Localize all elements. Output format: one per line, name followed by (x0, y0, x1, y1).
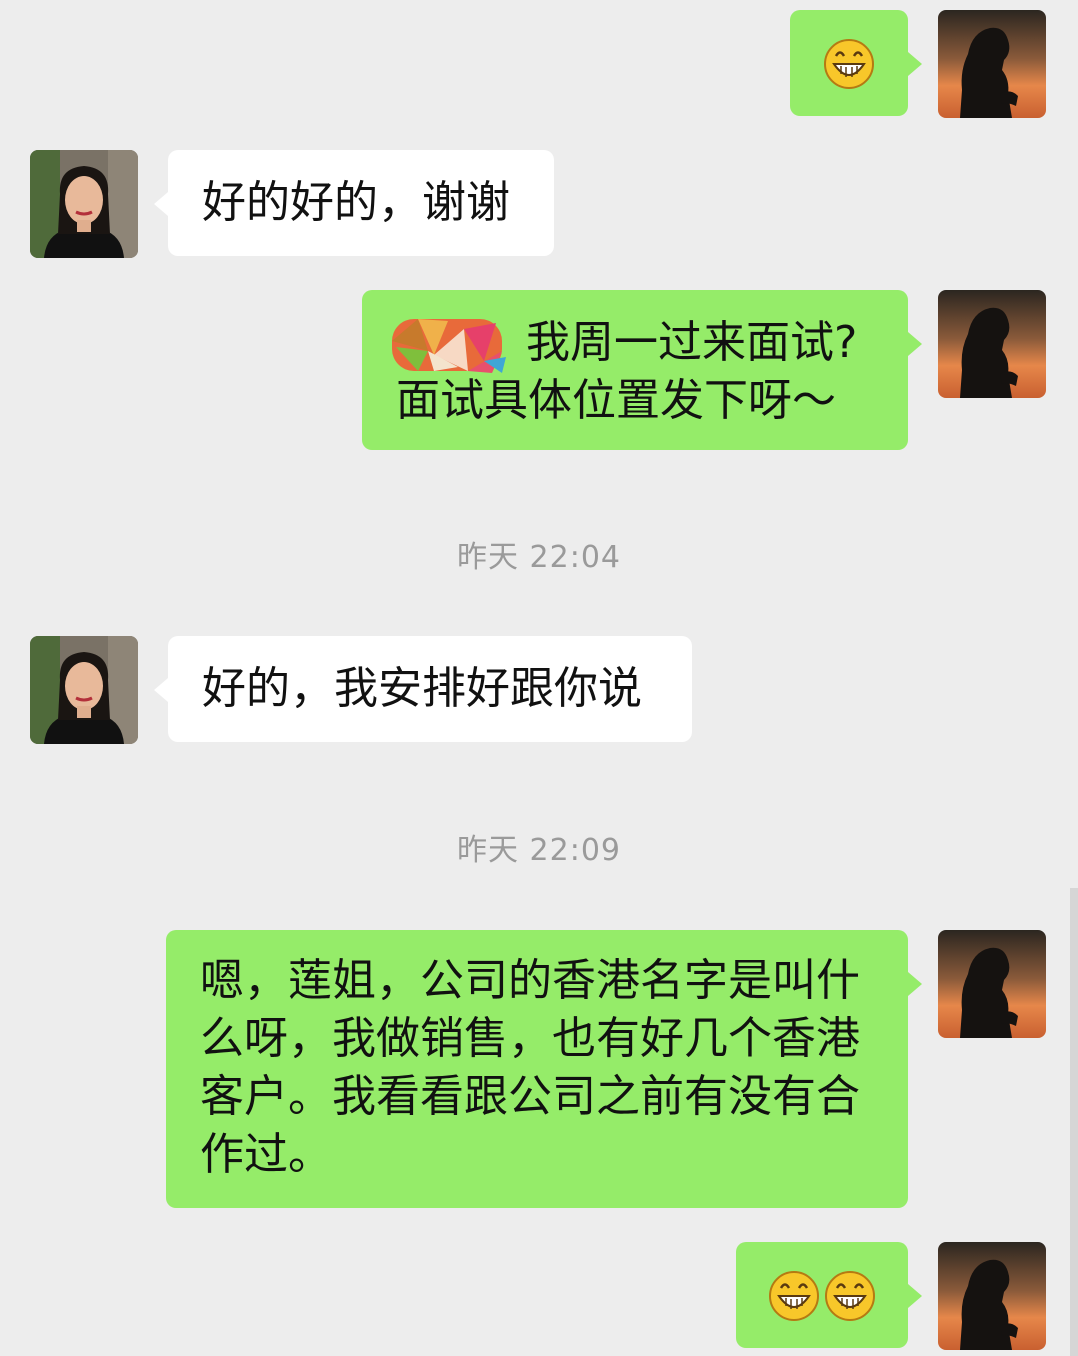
outgoing-bubble[interactable] (736, 1242, 922, 1348)
message-text-line: 么呀，我做销售，也有好几个香港 (200, 1013, 860, 1064)
message-text-line: 嗯，莲姐，公司的香港名字是叫什 (200, 955, 860, 1006)
message-row (0, 10, 1078, 118)
contact-avatar[interactable] (30, 150, 138, 258)
outgoing-bubble[interactable] (790, 10, 922, 116)
message-text: 好的好的，谢谢 (202, 177, 510, 228)
contact-avatar[interactable] (30, 636, 138, 744)
my-avatar[interactable] (938, 290, 1046, 398)
timestamp: 昨天 22:09 (457, 833, 621, 868)
grin-emoji-icon (823, 1268, 877, 1322)
outgoing-bubble[interactable]: 我周一过来面试? 面试具体位置发下呀～ (362, 290, 922, 450)
message-text-line: 面试具体位置发下呀～ (396, 375, 836, 426)
message-text-line: 我周一过来面试? (526, 317, 858, 368)
message-text: 好的，我安排好跟你说 (202, 663, 642, 714)
message-row: 我周一过来面试? 面试具体位置发下呀～ (0, 290, 1078, 452)
incoming-bubble[interactable]: 好的好的，谢谢 (154, 150, 554, 256)
outgoing-bubble[interactable]: 嗯，莲姐，公司的香港名字是叫什 么呀，我做销售，也有好几个香港 客户。我看看跟公… (166, 930, 922, 1208)
incoming-bubble[interactable]: 好的，我安排好跟你说 (154, 636, 692, 742)
timestamp: 昨天 22:04 (457, 540, 621, 575)
grin-emoji-icon (822, 36, 876, 90)
message-text-line: 客户。我看看跟公司之前有没有合 (200, 1071, 860, 1122)
my-avatar[interactable] (938, 1242, 1046, 1350)
message-row (0, 1242, 1078, 1350)
message-row: 好的好的，谢谢 (0, 150, 1078, 258)
censored-sticker-icon (388, 311, 512, 375)
scrollbar[interactable] (1070, 888, 1078, 1356)
my-avatar[interactable] (938, 930, 1046, 1038)
message-row: 嗯，莲姐，公司的香港名字是叫什 么呀，我做销售，也有好几个香港 客户。我看看跟公… (0, 930, 1078, 1210)
message-text-line: 作过。 (200, 1129, 332, 1180)
message-row: 好的，我安排好跟你说 (0, 636, 1078, 744)
my-avatar[interactable] (938, 10, 1046, 118)
grin-emoji-icon (767, 1268, 821, 1322)
